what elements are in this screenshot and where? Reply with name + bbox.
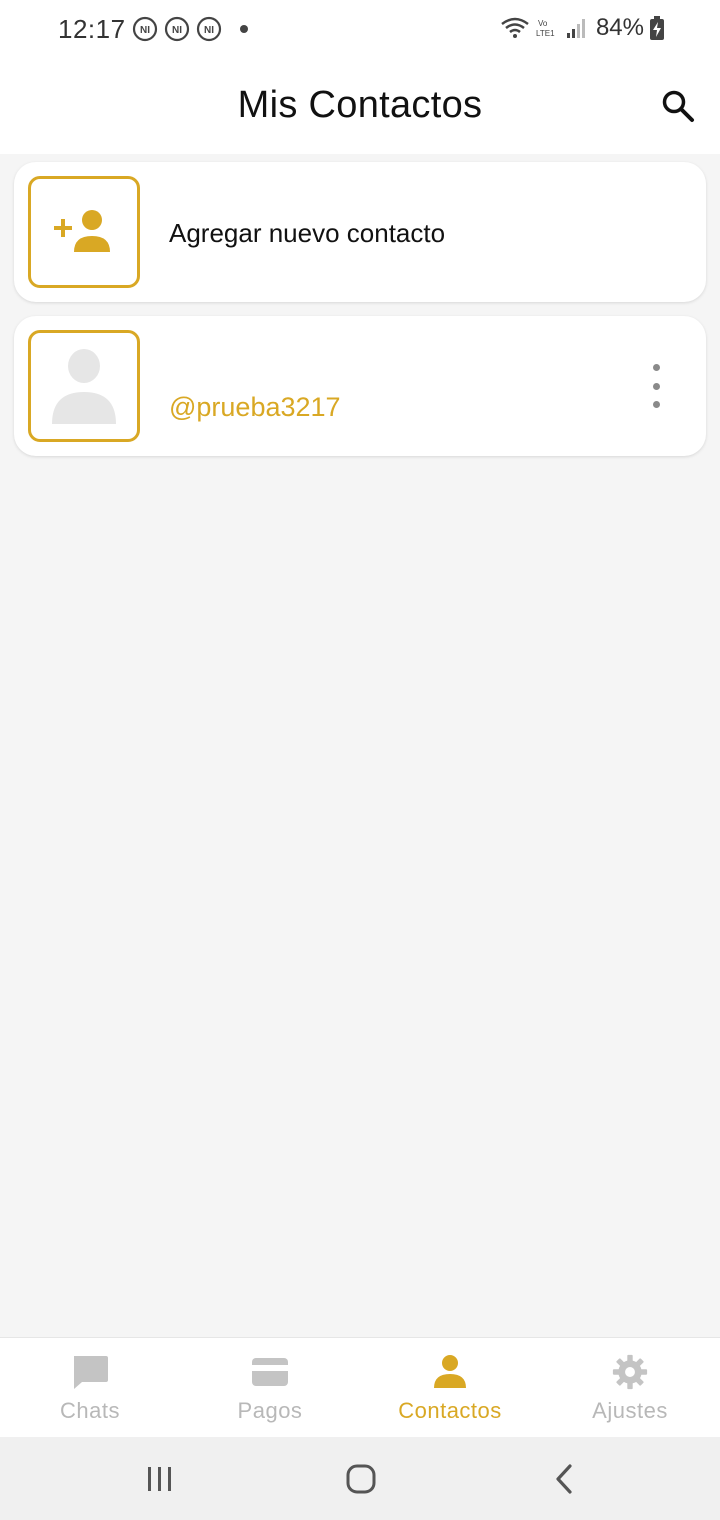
- recent-apps-button[interactable]: [140, 1459, 180, 1499]
- app-header: Mis Contactos: [0, 58, 720, 154]
- status-right: Vo LTE1 84%: [500, 14, 664, 42]
- contact-avatar: [28, 330, 140, 442]
- ni-notification-icon: NI: [164, 16, 190, 42]
- more-dot: [652, 364, 660, 371]
- more-notifications-dot: [240, 25, 248, 33]
- status-time: 12:17: [58, 14, 126, 44]
- nav-label-chats: Chats: [60, 1398, 120, 1423]
- chat-icon: [74, 1356, 108, 1389]
- contact-handle: @prueba3217: [169, 392, 341, 422]
- more-dot: [652, 382, 660, 390]
- back-button[interactable]: [544, 1459, 584, 1499]
- person-placeholder-icon: [52, 349, 116, 424]
- person-icon: [434, 1355, 466, 1388]
- page-title: Mis Contactos: [237, 84, 483, 126]
- nav-item-pagos[interactable]: Pagos: [180, 1338, 360, 1438]
- add-contact-card[interactable]: Agregar nuevo contacto: [14, 162, 706, 302]
- nav-label-contactos: Contactos: [398, 1398, 502, 1423]
- add-contact-avatar: [28, 176, 140, 288]
- nav-label-pagos: Pagos: [237, 1398, 303, 1423]
- contact-more-button[interactable]: [646, 364, 666, 408]
- contact-card[interactable]: @prueba3217: [14, 316, 706, 456]
- svg-text:NI: NI: [140, 25, 150, 36]
- signal-icon: [566, 19, 585, 38]
- nav-item-chats[interactable]: Chats: [0, 1338, 180, 1438]
- svg-text:Vo: Vo: [538, 19, 548, 28]
- gear-icon: [612, 1354, 648, 1390]
- svg-text:NI: NI: [204, 25, 214, 36]
- ni-notification-icon: NI: [132, 16, 158, 42]
- notification-icons: NI NI NI: [132, 16, 248, 42]
- battery-percent: 84%: [595, 14, 644, 41]
- wifi-icon: [501, 17, 529, 38]
- svg-text:LTE1: LTE1: [536, 29, 555, 38]
- card-icon: [252, 1358, 288, 1386]
- home-button[interactable]: [341, 1459, 381, 1499]
- add-contact-label: Agregar nuevo contacto: [169, 218, 446, 248]
- nav-item-ajustes[interactable]: Ajustes: [540, 1338, 720, 1438]
- back-icon: [556, 1464, 572, 1494]
- recent-apps-icon: [148, 1467, 171, 1491]
- bottom-nav: Chats Pagos Contactos Ajustes: [0, 1337, 720, 1438]
- nav-label-ajustes: Ajustes: [592, 1398, 668, 1423]
- status-bar: 12:17 NI NI NI Vo LTE1 84%: [0, 0, 720, 58]
- ni-notification-icon: NI: [196, 16, 222, 42]
- search-button[interactable]: [658, 86, 698, 126]
- add-person-icon: [54, 210, 110, 252]
- more-dot: [652, 401, 660, 408]
- svg-text:NI: NI: [172, 25, 182, 36]
- home-icon: [346, 1464, 376, 1494]
- volte-icon: Vo LTE1: [536, 19, 555, 38]
- system-nav-bar: [0, 1437, 720, 1520]
- nav-item-contactos[interactable]: Contactos: [360, 1338, 540, 1438]
- battery-charging-icon: [650, 16, 664, 40]
- search-icon: [662, 90, 694, 122]
